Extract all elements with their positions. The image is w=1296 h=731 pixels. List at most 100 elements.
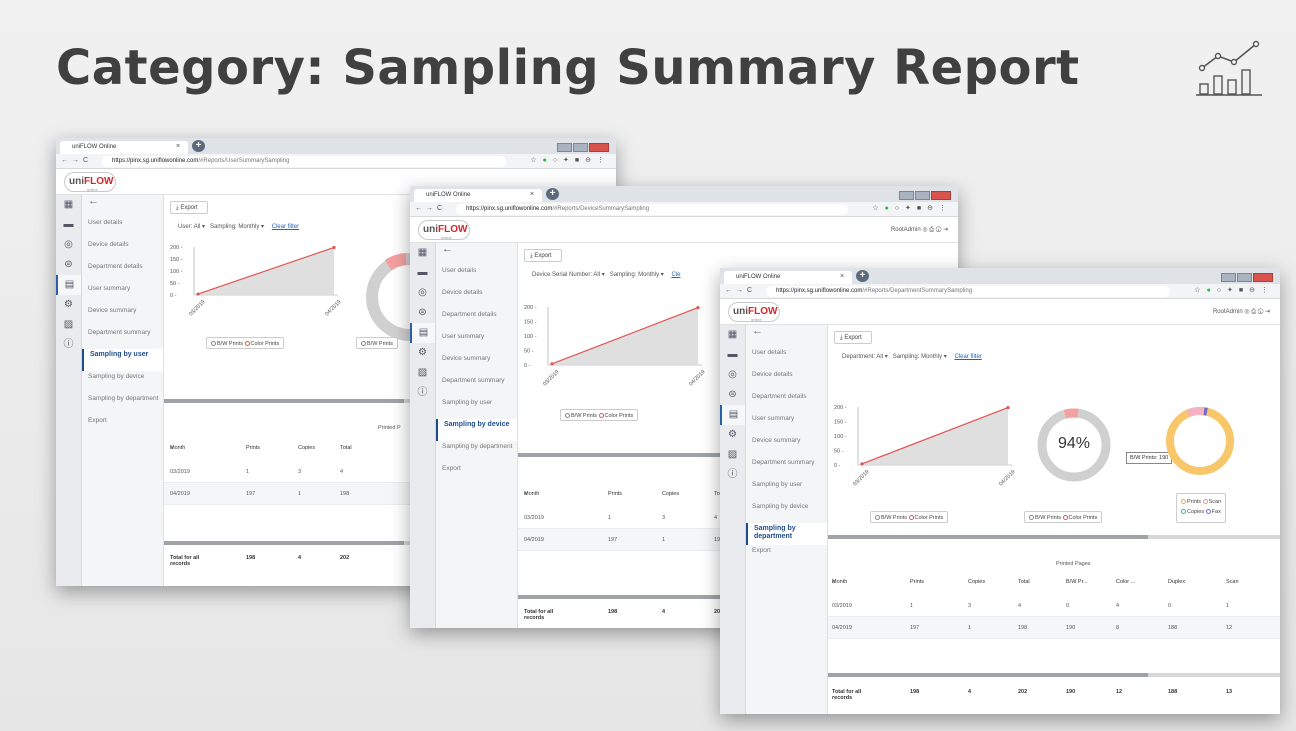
menu-department-summary[interactable]: Department summary [746,457,827,479]
menu-user-summary[interactable]: User summary [746,413,827,435]
horizontal-scrollbar[interactable] [828,535,1280,539]
back-arrow-icon[interactable]: ← [746,325,827,347]
col-month[interactable]: Month ≡ [170,445,185,451]
settings-icon[interactable]: ⚙ [56,295,81,315]
maximize-button[interactable] [915,191,930,200]
close-button[interactable] [1253,273,1273,282]
table-scrollbar[interactable] [828,673,1280,677]
back-arrow-icon[interactable]: ← [82,195,163,217]
clear-filter-link[interactable]: Clear filter [272,224,299,230]
info-icon[interactable]: ⓘ [410,383,435,403]
clear-filter-link[interactable]: Clear filter [954,354,981,360]
menu-sampling-by-department[interactable]: Sampling by department [82,393,163,415]
browser-tab[interactable]: uniFLOW Online × [414,189,542,202]
user-menu[interactable]: RootAdmin ◎ ⎙ ⓘ ⇥ [1213,308,1270,316]
menu-sampling-by-device[interactable]: Sampling by device [436,419,517,441]
menu-device-summary[interactable]: Device summary [746,435,827,457]
tab-close-icon[interactable]: × [530,191,534,198]
export-button[interactable]: ⤓ Export [170,201,208,214]
menu-sampling-by-device[interactable]: Sampling by device [82,371,163,393]
table-row[interactable]: 04/2019 197 1 198 190 8 188 12 [828,617,1280,639]
col-scan[interactable]: Scan [1226,579,1239,585]
dashboard-icon[interactable]: ▦ [720,325,745,345]
col-prints[interactable]: Prints [608,491,622,497]
device-alert-icon[interactable]: ⊜ [410,303,435,323]
url-field[interactable]: https://pinx.sg.uniflowonline.com/#Repor… [102,156,506,167]
department-filter[interactable]: Department: All [842,354,883,360]
minimize-button[interactable] [1221,273,1236,282]
chart-icon[interactable]: ▨ [410,363,435,383]
menu-user-summary[interactable]: User summary [436,331,517,353]
nav-buttons[interactable]: ←→C [725,287,756,294]
new-tab-button[interactable]: + [546,188,559,200]
settings-icon[interactable]: ⚙ [410,343,435,363]
user-icon[interactable]: ◎ [410,283,435,303]
user-filter[interactable]: User: All [178,224,200,230]
col-total[interactable]: Total [340,445,352,451]
menu-sampling-by-department[interactable]: Sampling by department [746,523,827,545]
browser-tab[interactable]: uniFLOW Online × [724,271,852,284]
col-copies[interactable]: Copies [662,491,679,497]
dashboard-icon[interactable]: ▦ [56,195,81,215]
menu-device-summary[interactable]: Device summary [82,305,163,327]
new-tab-button[interactable]: + [856,270,869,282]
reports-icon[interactable]: ▤ [410,323,435,343]
menu-user-details[interactable]: User details [82,217,163,239]
menu-user-details[interactable]: User details [436,265,517,287]
menu-device-details[interactable]: Device details [746,369,827,391]
dashboard-icon[interactable]: ▦ [410,243,435,263]
extension-icons[interactable]: ☆●○✦■⊖⋮ [530,156,610,164]
chart-icon[interactable]: ▨ [720,445,745,465]
printer-icon[interactable]: ▬ [410,263,435,283]
menu-device-summary[interactable]: Device summary [436,353,517,375]
new-tab-button[interactable]: + [192,140,205,152]
tab-close-icon[interactable]: × [840,273,844,280]
export-button[interactable]: ⤓ Export [834,331,872,344]
menu-device-details[interactable]: Device details [436,287,517,309]
clear-filter-link[interactable]: Cle [671,272,680,278]
url-field[interactable]: https://pinx.sg.uniflowonline.com/#Repor… [456,204,848,215]
menu-department-details[interactable]: Department details [746,391,827,413]
menu-department-summary[interactable]: Department summary [82,327,163,349]
settings-icon[interactable]: ⚙ [720,425,745,445]
user-icon[interactable]: ◎ [720,365,745,385]
col-prints[interactable]: Prints [246,445,260,451]
user-icon[interactable]: ◎ [56,235,81,255]
sampling-filter[interactable]: Sampling: Monthly [893,354,942,360]
close-button[interactable] [931,191,951,200]
menu-sampling-by-device[interactable]: Sampling by device [746,501,827,523]
col-copies[interactable]: Copies [298,445,315,451]
url-field[interactable]: https://pinx.sg.uniflowonline.com/#Repor… [766,286,1170,297]
menu-sampling-by-user[interactable]: Sampling by user [82,349,163,371]
reports-icon[interactable]: ▤ [720,405,745,425]
menu-sampling-by-user[interactable]: Sampling by user [746,479,827,501]
menu-sampling-by-department[interactable]: Sampling by department [436,441,517,463]
minimize-button[interactable] [557,143,572,152]
back-arrow-icon[interactable]: ← [436,243,517,265]
close-button[interactable] [589,143,609,152]
browser-tab[interactable]: uniFLOW Online × [60,141,188,154]
menu-export[interactable]: Export [82,415,163,437]
export-button[interactable]: ⤓ Export [524,249,562,262]
menu-device-details[interactable]: Device details [82,239,163,261]
extension-icons[interactable]: ☆●○✦■⊖⋮ [1194,286,1274,294]
maximize-button[interactable] [573,143,588,152]
col-month[interactable]: Month ≡ [832,579,847,585]
device-filter[interactable]: Device Serial Number: All [532,272,600,278]
table-row[interactable]: 03/2019 1 3 4 0 4 0 1 [828,595,1280,617]
menu-export[interactable]: Export [746,545,827,567]
menu-user-summary[interactable]: User summary [82,283,163,305]
sampling-filter[interactable]: Sampling: Monthly [610,272,659,278]
info-icon[interactable]: ⓘ [720,465,745,485]
col-duplex[interactable]: Duplex [1168,579,1185,585]
printer-icon[interactable]: ▬ [56,215,81,235]
minimize-button[interactable] [899,191,914,200]
col-prints[interactable]: Prints [910,579,924,585]
device-alert-icon[interactable]: ⊜ [56,255,81,275]
sampling-filter[interactable]: Sampling: Monthly [210,224,259,230]
tab-close-icon[interactable]: × [176,143,180,150]
chart-icon[interactable]: ▨ [56,315,81,335]
menu-export[interactable]: Export [436,463,517,485]
maximize-button[interactable] [1237,273,1252,282]
nav-buttons[interactable]: ←→C [415,205,446,212]
